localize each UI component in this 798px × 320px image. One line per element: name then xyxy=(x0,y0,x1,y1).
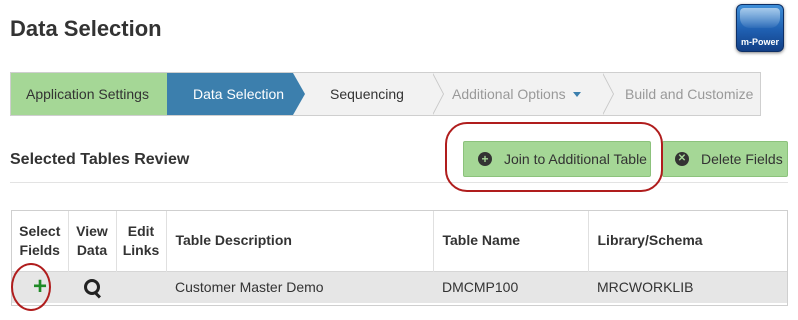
table-description-cell: Customer Master Demo xyxy=(166,270,433,303)
column-header-edit-links: Edit Links xyxy=(115,211,166,271)
plus-icon[interactable]: + xyxy=(33,275,47,299)
select-fields-cell: + xyxy=(12,270,68,303)
wizard-step-label: Data Selection xyxy=(193,86,285,102)
logo-text: m-Power xyxy=(740,37,779,47)
wizard-step-build-and-customize: Build and Customize xyxy=(603,73,762,115)
wizard-step-application-settings[interactable]: Application Settings xyxy=(11,73,167,115)
delete-fields-button[interactable]: ✕ Delete Fields xyxy=(662,141,788,177)
wizard-steps: Sequencing Additional Options Build and … xyxy=(10,72,761,116)
plus-circle-icon: + xyxy=(478,152,492,166)
column-header-view-data: View Data xyxy=(67,211,116,271)
view-data-cell xyxy=(68,270,116,303)
step-separator xyxy=(432,73,443,115)
search-icon[interactable] xyxy=(83,279,101,296)
section-title: Selected Tables Review xyxy=(10,151,190,168)
join-button-label: Join to Additional Table xyxy=(504,151,647,167)
wizard-step-additional-options: Additional Options xyxy=(433,73,603,115)
column-header-library-schema: Library/Schema xyxy=(587,211,787,271)
column-header-table-name: Table Name xyxy=(432,211,588,271)
wizard-step-label: Application Settings xyxy=(26,86,149,102)
column-header-select-fields: Select Fields xyxy=(19,222,61,258)
step-separator xyxy=(602,73,613,115)
wizard-step-label: Sequencing xyxy=(330,86,404,102)
table-row: + Customer Master Demo DMCMP100 MRCWORKL… xyxy=(12,270,787,303)
library-schema-cell: MRCWORKLIB xyxy=(588,270,787,303)
close-circle-icon: ✕ xyxy=(675,152,689,166)
edit-links-cell xyxy=(116,270,166,303)
column-header-table-description: Table Description xyxy=(165,211,433,271)
section-divider xyxy=(10,182,788,183)
join-table-button[interactable]: + Join to Additional Table xyxy=(463,141,651,177)
selected-tables-table: Select Fields View Data Edit Links Table… xyxy=(11,210,788,306)
wizard-step-sequencing[interactable]: Sequencing xyxy=(293,73,433,115)
page-title: Data Selection xyxy=(10,16,162,41)
wizard-step-label: Additional Options xyxy=(452,86,566,102)
mpower-logo: m-Power xyxy=(736,4,784,52)
wizard-step-label: Build and Customize xyxy=(625,86,754,102)
wizard-step-data-selection[interactable]: Data Selection xyxy=(167,73,293,115)
table-name-cell: DMCMP100 xyxy=(433,270,588,303)
table-header-row: Select Fields View Data Edit Links Table… xyxy=(12,211,787,271)
step-arrow-active xyxy=(293,73,305,115)
delete-button-label: Delete Fields xyxy=(701,151,783,167)
caret-down-icon xyxy=(572,91,581,97)
